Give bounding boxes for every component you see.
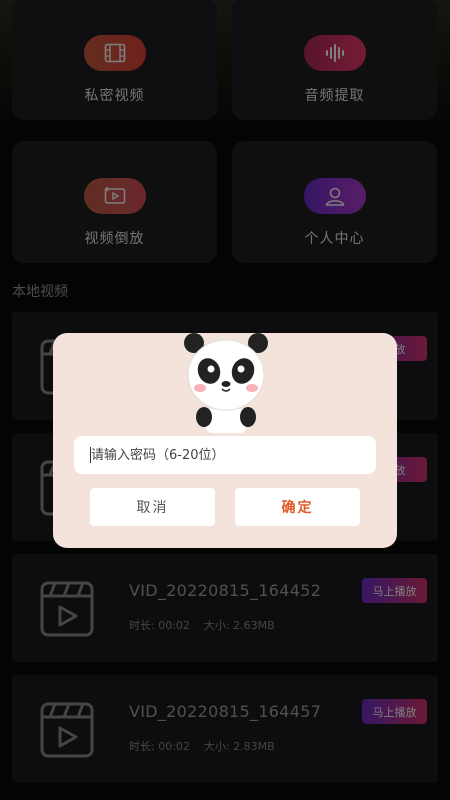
cancel-button[interactable]: 取消 bbox=[90, 488, 215, 526]
password-input[interactable] bbox=[74, 436, 376, 474]
confirm-button[interactable]: 确定 bbox=[235, 488, 360, 526]
text-caret bbox=[90, 447, 91, 463]
panda-mascot-icon bbox=[184, 333, 268, 433]
password-dialog: 取消 确定 bbox=[53, 333, 397, 548]
